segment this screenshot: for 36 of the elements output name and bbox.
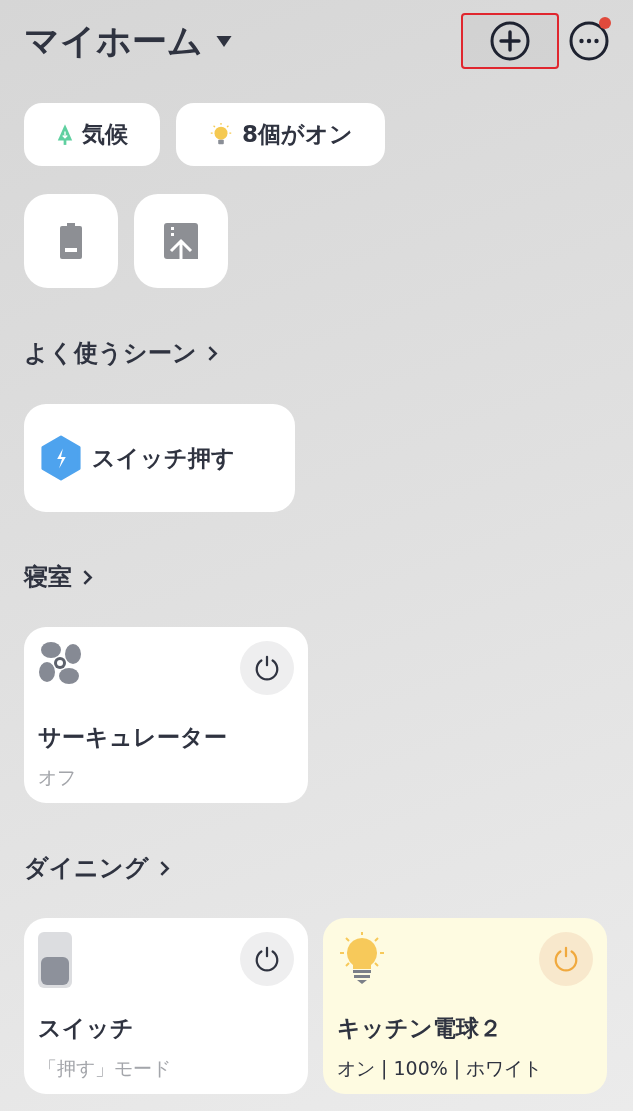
- chevron-icon: [82, 568, 93, 586]
- home-title[interactable]: マイホーム: [24, 17, 203, 65]
- battery-icon: [59, 223, 83, 259]
- device-name: サーキュレーター: [38, 723, 228, 752]
- power-button[interactable]: [240, 641, 294, 695]
- power-icon: [552, 945, 580, 973]
- upload-icon: [164, 223, 198, 259]
- room-header[interactable]: ダイニング: [24, 851, 170, 885]
- plus-icon: [490, 21, 530, 61]
- more-icon: [569, 21, 609, 61]
- lightning-icon: [40, 435, 82, 481]
- switch-icon: [38, 932, 72, 988]
- fan-icon: [38, 641, 82, 685]
- filter-chip[interactable]: 気候: [24, 103, 160, 166]
- section-header[interactable]: よく使うシーン: [24, 336, 218, 370]
- device-card[interactable]: サーキュレーター オフ: [24, 627, 308, 803]
- device-name: キッチン電球２: [337, 1014, 503, 1043]
- tree-icon: [56, 122, 74, 147]
- battery-button[interactable]: [24, 194, 118, 288]
- power-icon: [253, 654, 281, 682]
- device-card[interactable]: キッチン電球２ オン | 100% | ホワイト: [323, 918, 607, 1094]
- upload-button[interactable]: [134, 194, 228, 288]
- device-status: 「押す」モード: [38, 1056, 172, 1081]
- power-icon: [253, 945, 281, 973]
- device-card[interactable]: スイッチ 「押す」モード: [24, 918, 308, 1094]
- caret-icon[interactable]: [215, 34, 233, 48]
- scene-card[interactable]: スイッチ押す: [24, 404, 295, 512]
- device-status: オフ: [38, 765, 77, 790]
- device-status: オン | 100% | ホワイト: [337, 1056, 544, 1082]
- power-button[interactable]: [240, 932, 294, 986]
- device-name: スイッチ: [38, 1014, 135, 1043]
- filter-chip[interactable]: 8個がオン: [176, 103, 385, 166]
- chevron-icon: [159, 859, 170, 877]
- add-button[interactable]: [461, 13, 559, 69]
- room-header[interactable]: 寝室: [24, 560, 93, 594]
- chevron-icon: [207, 344, 218, 362]
